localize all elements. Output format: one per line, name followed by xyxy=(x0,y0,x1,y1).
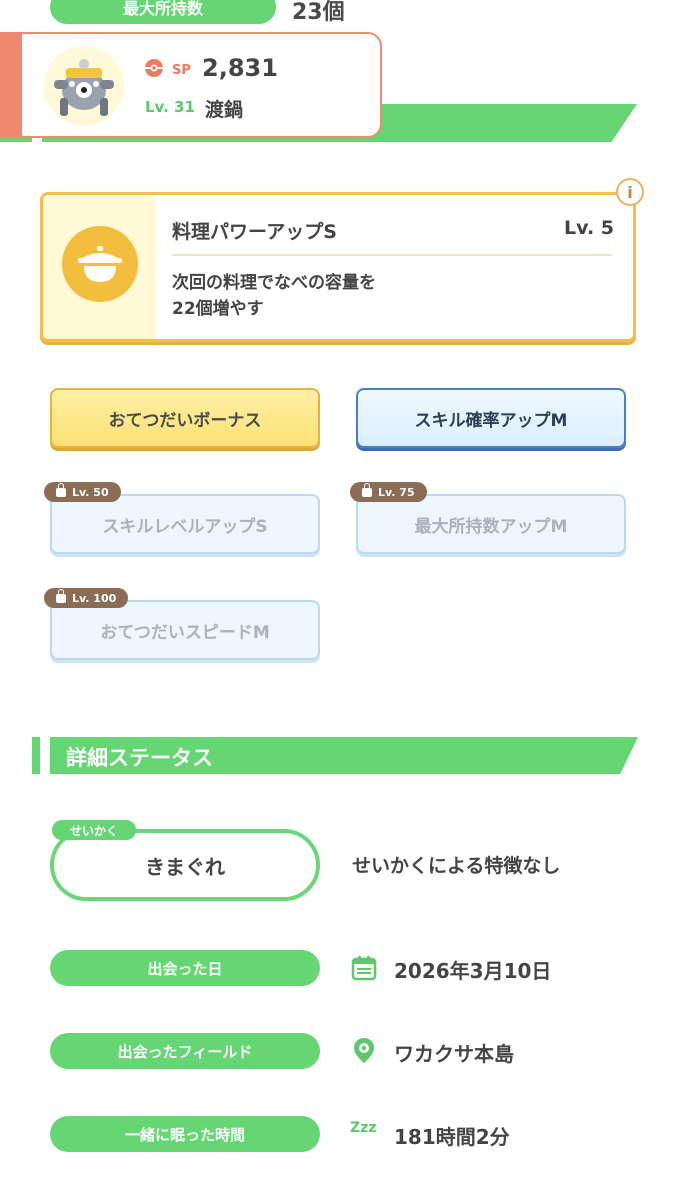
pokemon-level: Lv. 31 xyxy=(145,98,195,116)
section-header-accent xyxy=(32,737,40,774)
unlock-level: Lv. 50 xyxy=(72,485,109,499)
main-skill-level: Lv. 5 xyxy=(564,217,614,239)
met-field-label: 出会ったフィールド xyxy=(50,1033,320,1069)
section-title: 詳細ステータス xyxy=(66,746,213,770)
pokemon-name: 渡鍋 xyxy=(205,99,244,121)
met-date-label: 出会った日 xyxy=(50,950,320,986)
lock-icon xyxy=(56,588,66,603)
max-inventory-value: 23個 xyxy=(292,0,345,25)
sub-skill-button-3[interactable]: スキルレベルアップS xyxy=(50,494,320,554)
sleep-time-label: 一緒に眠った時間 xyxy=(50,1116,320,1152)
main-skill-desc-line2: 22個増やす xyxy=(172,299,264,319)
lock-badge-lv75: Lv. 75 xyxy=(350,482,427,502)
calendar-icon xyxy=(350,954,378,982)
nature-effect: せいかくによる特徴なし xyxy=(352,855,561,877)
pokemon-card-accent xyxy=(0,32,22,138)
sub-skill-button-2[interactable]: スキル確率アップM xyxy=(356,388,626,448)
lock-icon xyxy=(362,482,372,497)
unlock-level: Lv. 100 xyxy=(72,591,117,605)
poke-ball-icon xyxy=(144,58,164,78)
sub-skill-button-5[interactable]: おてつだいスピードM xyxy=(50,600,320,660)
sub-skill-button-1[interactable]: おてつだいボーナス xyxy=(50,388,320,448)
main-skill-desc-line1: 次回の料理でなべの容量を xyxy=(172,273,376,293)
lock-icon xyxy=(56,482,66,497)
sub-skill-button-4[interactable]: 最大所持数アップM xyxy=(356,494,626,554)
main-skill-title: 料理パワーアップS xyxy=(172,221,337,243)
magnezone-icon xyxy=(54,59,114,116)
sp-value: 2,831 xyxy=(202,54,278,82)
met-date-value: 2026年3月10日 xyxy=(394,959,552,983)
lock-badge-lv100: Lv. 100 xyxy=(44,588,129,608)
cooking-pot-icon xyxy=(62,226,138,302)
nature-tag: せいかく xyxy=(52,820,137,840)
unlock-level: Lv. 75 xyxy=(378,485,415,499)
sleep-zzz-icon: Zzz xyxy=(350,1120,377,1136)
met-field-value: ワカクサ本島 xyxy=(394,1042,514,1066)
lock-badge-lv50: Lv. 50 xyxy=(44,482,121,502)
info-icon[interactable]: i xyxy=(616,178,644,206)
main-skill-divider xyxy=(172,254,612,256)
max-inventory-label: 最大所持数 xyxy=(50,0,276,24)
sleep-time-value: 181時間2分 xyxy=(394,1125,510,1149)
main-skill-description: 次回の料理でなべの容量を 22個増やす xyxy=(172,270,592,322)
sp-label: SP xyxy=(172,63,191,78)
pokemon-avatar xyxy=(44,46,124,126)
location-pin-icon xyxy=(350,1036,378,1064)
